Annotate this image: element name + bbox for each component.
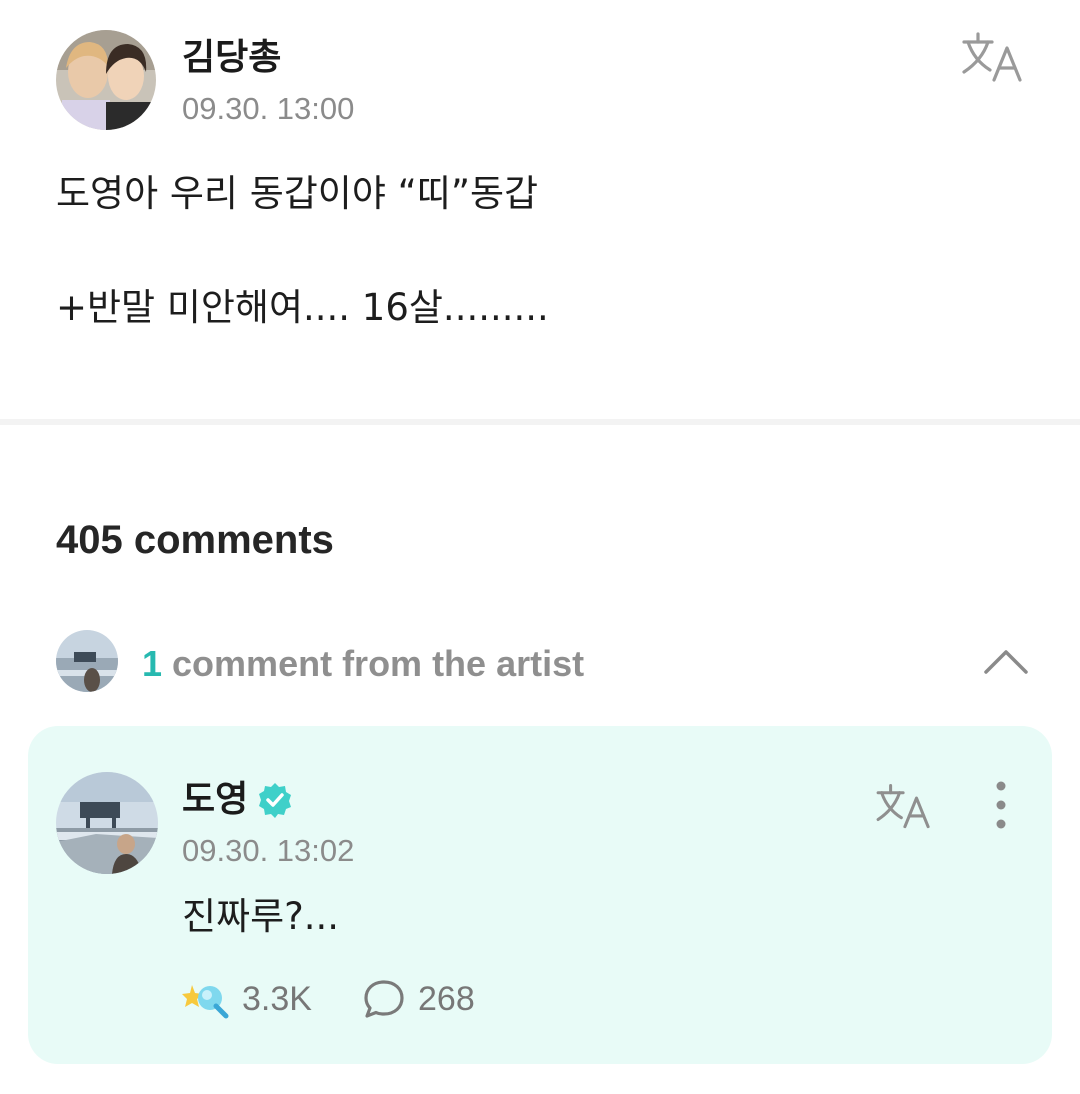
artist-comment-count: 1 <box>142 643 163 684</box>
post-author-avatar[interactable] <box>56 30 156 130</box>
post-content: 도영아 우리 동갑이야 “띠”동갑 +반말 미안해여.... 16살......… <box>56 166 1016 336</box>
artist-comment-card: 도영 09.30. 13:02 진짜루?... 3.3K 268 <box>28 726 1052 1064</box>
reply-button[interactable]: 268 <box>362 976 475 1022</box>
comment-timestamp: 09.30. 13:02 <box>182 833 355 868</box>
artist-comment-label: comment from the artist <box>162 643 585 684</box>
translate-button[interactable] <box>960 30 1026 86</box>
post-author-name[interactable]: 김당총 <box>182 36 281 80</box>
like-count: 3.3K <box>242 979 312 1018</box>
section-divider <box>0 419 1080 425</box>
commenter-name[interactable]: 도영 <box>182 778 248 822</box>
like-button[interactable]: 3.3K <box>182 976 312 1022</box>
translate-icon <box>962 32 1022 82</box>
more-vertical-icon <box>996 781 1006 829</box>
artist-avatar <box>56 630 118 692</box>
avatar-photo <box>56 30 156 130</box>
comment-more-button[interactable] <box>986 778 1016 832</box>
verified-badge-icon <box>259 783 292 818</box>
sparkle-heart-icon <box>182 985 229 1019</box>
comments-count: 405 comments <box>56 518 334 562</box>
chevron-up-icon[interactable] <box>982 642 1030 682</box>
avatar-photo <box>56 772 158 874</box>
comment-translate-button[interactable] <box>874 782 934 832</box>
translate-icon <box>876 784 930 829</box>
post-text-line: +반말 미안해여.... 16살......... <box>56 286 549 329</box>
post-timestamp: 09.30. 13:00 <box>182 91 355 126</box>
commenter-avatar[interactable] <box>56 772 158 874</box>
post-text-line: 도영아 우리 동갑이야 “띠”동갑 <box>56 172 539 215</box>
commenter-name-row: 도영 <box>182 778 294 822</box>
speech-bubble-icon <box>364 980 404 1018</box>
comment-text: 진짜루?... <box>182 895 340 938</box>
artist-comments-toggle[interactable]: 1 comment from the artist <box>0 628 1080 698</box>
reply-count: 268 <box>418 979 475 1018</box>
artist-comments-summary: 1 comment from the artist <box>142 642 584 686</box>
avatar-photo <box>56 630 118 692</box>
